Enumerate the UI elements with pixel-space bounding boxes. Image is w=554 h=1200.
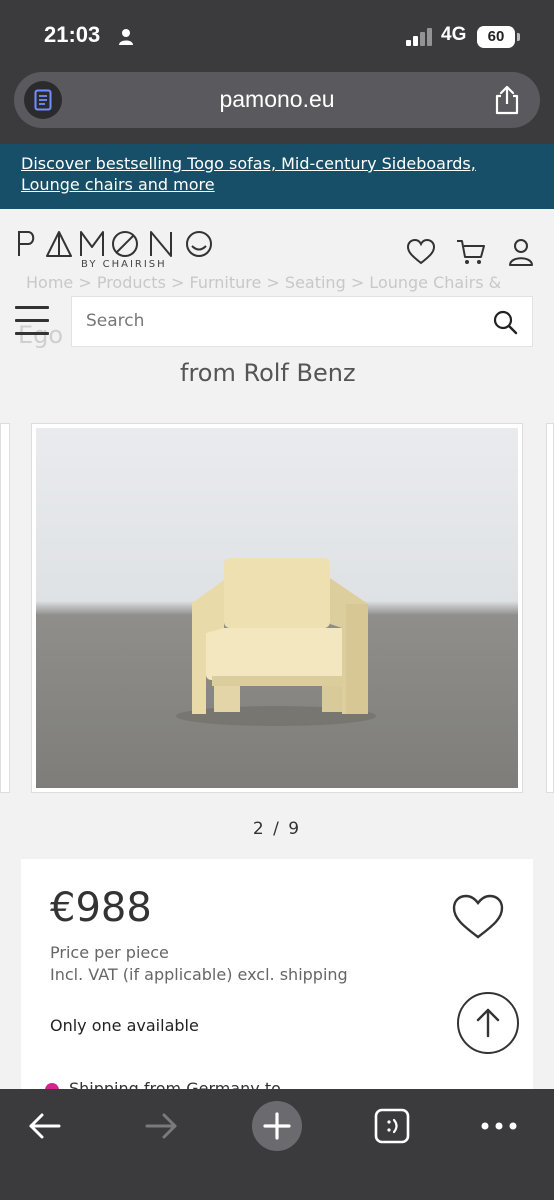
share-icon[interactable]: [492, 84, 522, 116]
tabs-button[interactable]: [367, 1101, 417, 1151]
forward-button[interactable]: [136, 1101, 186, 1151]
tax-note: Incl. VAT (if applicable) excl. shipping: [50, 965, 348, 984]
availability-text: Only one available: [50, 1016, 199, 1035]
arrow-up-icon: [476, 1008, 500, 1038]
previous-image[interactable]: [0, 423, 10, 793]
price-note: Price per piece: [50, 943, 169, 962]
network-type: 4G: [441, 24, 467, 45]
shipping-info: Shipping from Germany to: [45, 1079, 281, 1089]
new-tab-icon: [252, 1101, 302, 1151]
more-button[interactable]: [474, 1101, 524, 1151]
promo-link[interactable]: Discover bestselling Togo sofas, Mid-cen…: [21, 154, 476, 194]
cart-icon[interactable]: [456, 237, 486, 267]
address-bar[interactable]: pamono.eu: [14, 72, 540, 128]
header-actions: [406, 237, 536, 267]
pamono-logo[interactable]: BY CHAIRISH: [17, 227, 227, 277]
menu-icon[interactable]: [15, 306, 49, 336]
product-title-line2: from Rolf Benz: [180, 359, 356, 387]
browser-toolbar: [0, 1089, 554, 1200]
product-image[interactable]: [31, 423, 523, 793]
back-button[interactable]: [20, 1101, 70, 1151]
logo-subtitle: BY CHAIRISH: [81, 259, 167, 270]
scroll-to-top-button[interactable]: [457, 992, 519, 1054]
forward-arrow-icon: [145, 1113, 177, 1139]
tabs-icon: [374, 1108, 410, 1144]
search-icon[interactable]: [492, 309, 518, 335]
browser-bar: pamono.eu: [0, 72, 554, 144]
chair-photo: [36, 428, 518, 788]
more-icon: [481, 1122, 517, 1130]
promo-banner: Discover bestselling Togo sofas, Mid-cen…: [0, 144, 554, 209]
account-icon[interactable]: [506, 237, 536, 267]
logo-wordmark: [18, 231, 212, 257]
heart-icon[interactable]: [406, 237, 436, 267]
search-input[interactable]: Search: [86, 311, 144, 331]
price: €988: [50, 885, 152, 931]
armchair-illustration: [176, 558, 376, 726]
person-icon: [119, 29, 133, 45]
shipping-text: Shipping from Germany to: [69, 1079, 281, 1089]
price-card: €988 Price per piece Incl. VAT (if appli…: [21, 859, 533, 1089]
image-gallery[interactable]: [0, 421, 554, 793]
next-image[interactable]: [546, 423, 554, 793]
back-arrow-icon: [29, 1113, 61, 1139]
status-time: 21:03: [44, 22, 101, 47]
image-counter: 2 / 9: [252, 819, 302, 839]
status-bar: 21:03 4G 60: [0, 0, 554, 72]
search-bar[interactable]: Search: [71, 296, 533, 347]
favorite-heart-icon[interactable]: [451, 892, 505, 942]
signal-icon: [406, 28, 434, 46]
url-text[interactable]: pamono.eu: [14, 86, 540, 113]
battery-indicator: 60: [477, 26, 520, 48]
page-content: Home > Products > Furniture > Seating > …: [0, 209, 554, 1089]
new-tab-button[interactable]: [252, 1101, 302, 1151]
